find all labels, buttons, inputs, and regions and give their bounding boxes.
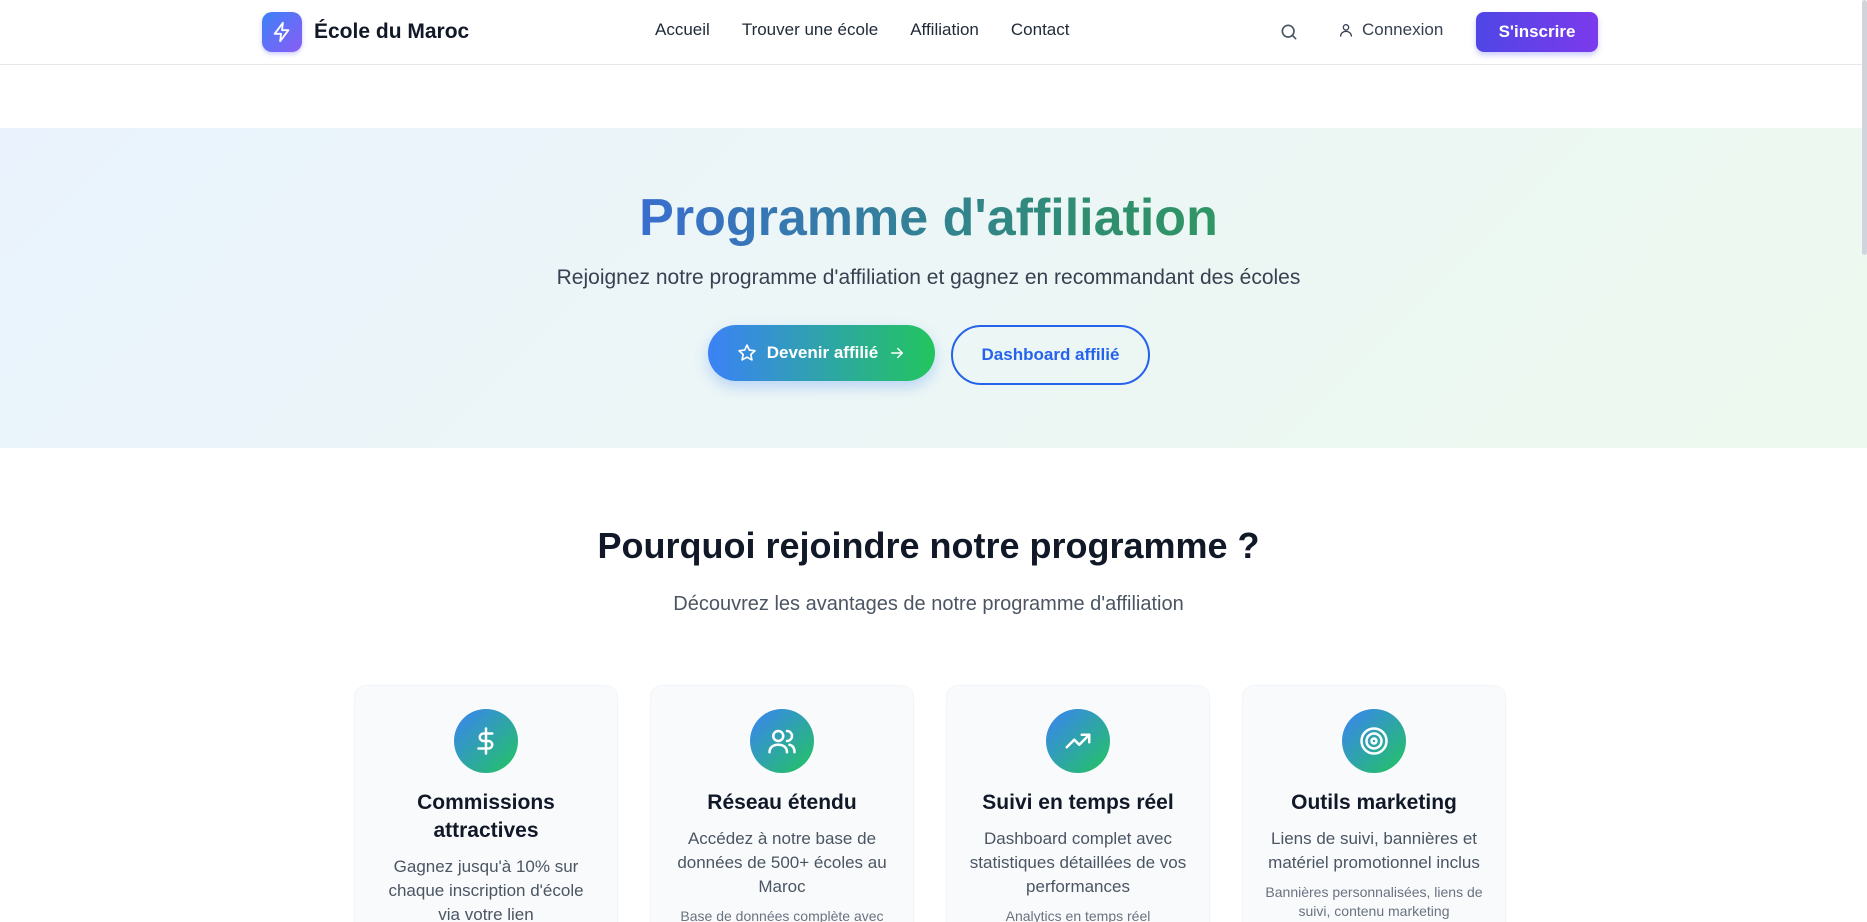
- target-icon: [1342, 709, 1406, 773]
- why-join-title: Pourquoi rejoindre notre programme ?: [597, 525, 1260, 566]
- trending-up-icon: [1046, 709, 1110, 773]
- nav-link-trouver-ecole[interactable]: Trouver une école: [742, 20, 878, 40]
- nav-link-accueil[interactable]: Accueil: [655, 20, 710, 40]
- feature-card-tracking: Suivi en temps réel Dashboard complet av…: [946, 685, 1210, 922]
- page-scrollbar[interactable]: [1862, 0, 1867, 255]
- card-description: Gagnez jusqu'à 10% sur chaque inscriptio…: [388, 857, 584, 922]
- dollar-icon: [454, 709, 518, 773]
- card-title: Commissions attractives: [417, 791, 555, 842]
- affiliate-dashboard-button[interactable]: Dashboard affilié: [951, 325, 1150, 385]
- card-note: Base de données complète avec: [680, 908, 884, 922]
- logo-text: École du Maroc: [314, 20, 470, 43]
- users-icon: [750, 709, 814, 773]
- user-icon: [1340, 24, 1352, 37]
- become-affiliate-button[interactable]: Devenir affilié: [708, 325, 935, 381]
- card-description: Dashboard complet avec statistiques déta…: [969, 829, 1187, 896]
- search-icon: [1281, 24, 1297, 40]
- become-affiliate-label: Devenir affilié: [766, 343, 879, 362]
- search-button[interactable]: [1277, 20, 1301, 44]
- lightning-icon: [262, 12, 302, 52]
- site-logo[interactable]: École du Maroc: [262, 12, 469, 52]
- hero-section: Programme d'affiliation Rejoignez notre …: [0, 128, 1867, 448]
- feature-card-commissions: Commissions attractives Gagnez jusqu'à 1…: [354, 685, 618, 922]
- feature-card-network: Réseau étendu Accédez à notre base de do…: [650, 685, 914, 922]
- hero-subtitle: Rejoignez notre programme d'affiliation …: [556, 266, 1301, 289]
- card-description: Accédez à notre base de données de 500+ …: [677, 829, 887, 896]
- top-header: École du Maroc Accueil Trouver une école…: [0, 0, 1867, 65]
- arrow-right-icon: [891, 347, 904, 359]
- star-icon: [738, 344, 756, 361]
- nav-link-affiliation[interactable]: Affiliation: [910, 20, 979, 40]
- card-note: Bannières personnalisées, liens de suivi…: [1265, 884, 1483, 919]
- login-button[interactable]: Connexion: [1338, 20, 1443, 40]
- main-nav: Accueil Trouver une école Affiliation Co…: [655, 20, 1069, 40]
- card-note: Analytics en temps réel: [1005, 908, 1151, 922]
- signup-button[interactable]: S'inscrire: [1476, 12, 1598, 52]
- card-title: Réseau étendu: [707, 791, 857, 814]
- hero-title: Programme d'affiliation: [0, 188, 1857, 248]
- card-title: Suivi en temps réel: [982, 791, 1174, 814]
- why-join-subtitle: Découvrez les avantages de notre program…: [673, 593, 1184, 615]
- card-description: Liens de suivi, bannières et matériel pr…: [1268, 829, 1480, 872]
- card-title: Outils marketing: [1291, 791, 1457, 814]
- feature-card-marketing: Outils marketing Liens de suivi, bannièr…: [1242, 685, 1506, 922]
- login-label: Connexion: [1362, 20, 1444, 39]
- nav-link-contact[interactable]: Contact: [1011, 20, 1070, 40]
